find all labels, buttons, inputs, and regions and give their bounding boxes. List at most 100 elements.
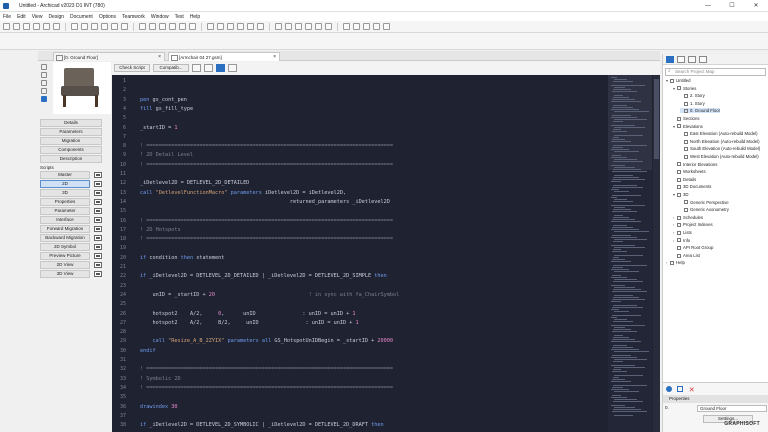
properties-header[interactable]: Properties (663, 395, 768, 403)
preview-mode-icon[interactable] (41, 80, 47, 86)
code-line[interactable]: ! Symbolic 2D (140, 376, 181, 382)
vertical-scrollbar[interactable] (653, 75, 660, 432)
script-window-icon[interactable] (94, 217, 102, 223)
code-line[interactable]: call "DetlevelFunctionMacro" parameters … (140, 190, 346, 196)
project-map-item[interactable]: › Help (666, 260, 685, 265)
project-map-item[interactable]: West Elevation (Auto-rebuild Model) (680, 154, 759, 159)
script-window-icon[interactable] (94, 235, 102, 241)
toolbar-tool-icon[interactable] (81, 23, 88, 30)
menu-teamwork[interactable]: Teamwork (122, 14, 145, 20)
script-2d-button[interactable]: 2D (40, 180, 90, 188)
script-window-icon[interactable] (94, 271, 102, 277)
code-line[interactable]: hotspot2 A/2, B/2, unID : unID = unID + … (140, 320, 358, 326)
search-icon[interactable] (192, 64, 201, 72)
toolbar-tool-icon[interactable] (305, 23, 312, 30)
script-parameter-button[interactable]: Parameter (40, 207, 90, 215)
menu-help[interactable]: Help (190, 14, 200, 20)
code-line[interactable]: unID = _startID + 20 ! in sync with fa_C… (140, 292, 399, 298)
project-map-item[interactable]: ▾ 3D (673, 192, 689, 197)
script-3d-button[interactable]: 3D (40, 189, 90, 197)
script-window-icon[interactable] (94, 190, 102, 196)
preview-mode-icon[interactable] (41, 96, 47, 102)
project-map-item[interactable]: ▾ Elevations (673, 124, 703, 129)
script-window-icon[interactable] (94, 181, 102, 187)
script-view-icon[interactable] (216, 64, 225, 72)
code-line[interactable]: hotspot2 A/2, 0, unID : unID = unID + 1 (140, 311, 355, 317)
close-tab-icon[interactable]: × (273, 53, 276, 62)
code-line[interactable]: if condition then statement (140, 255, 224, 261)
code-minimap[interactable] (608, 75, 652, 432)
project-map-item[interactable]: Details (673, 177, 696, 182)
toolbar-tool-icon[interactable] (257, 23, 264, 30)
clone-folder-icon[interactable] (677, 386, 684, 392)
code-line[interactable]: ! 2D Hotspots (140, 227, 181, 233)
project-map-item[interactable]: › Info (673, 238, 690, 243)
project-map-item[interactable]: ▾ Untitled (666, 78, 691, 83)
toolbar-tool-icon[interactable] (149, 23, 156, 30)
maximize-button[interactable]: ☐ (720, 0, 744, 12)
code-line[interactable]: ! 2D Detail Level (140, 152, 193, 158)
migration-button[interactable]: Migration (40, 137, 102, 145)
tab-armchair[interactable]: [Armchair 04 27.gsm] × (168, 52, 280, 61)
toolbar-tool-icon[interactable] (353, 23, 360, 30)
project-map-item[interactable]: Sections (673, 116, 699, 121)
project-map-item[interactable]: ▾ Stories (673, 86, 696, 91)
toolbar-tool-icon[interactable] (71, 23, 78, 30)
code-line[interactable]: ! ======================================… (140, 218, 393, 224)
view-map-icon[interactable] (677, 55, 685, 63)
project-map-item[interactable]: Area List (673, 253, 700, 258)
toolbar-tool-icon[interactable] (373, 23, 380, 30)
toolbar-tool-icon[interactable] (139, 23, 146, 30)
project-map-item[interactable]: East Elevation (Auto-rebuild Model) (680, 131, 758, 136)
settings-icon[interactable] (666, 386, 672, 392)
code-line[interactable]: ! ======================================… (140, 385, 393, 391)
close-button[interactable]: ✕ (744, 0, 768, 12)
toolbar-tool-icon[interactable] (315, 23, 322, 30)
scrollbar-thumb[interactable] (654, 79, 659, 159)
menu-window[interactable]: Window (151, 14, 169, 20)
code-line[interactable]: ! ======================================… (140, 236, 393, 242)
code-line[interactable]: drawindex 30 (140, 404, 177, 410)
toolbar-tool-icon[interactable] (383, 23, 390, 30)
menu-file[interactable]: File (3, 14, 11, 20)
menu-edit[interactable]: Edit (17, 14, 26, 20)
description-button[interactable]: Description (40, 155, 102, 163)
toolbar-tool-icon[interactable] (325, 23, 332, 30)
script-window-icon[interactable] (94, 199, 102, 205)
script-window-icon[interactable] (94, 253, 102, 259)
code-editor[interactable]: 1 2 3 4 5 6 7 8 9 10 11 12 13 14 15 16 17 18 19 20 21 22 23 24 2… (112, 75, 660, 432)
menu-options[interactable]: Options (99, 14, 116, 20)
script-backward-migration-button[interactable]: Backward Migration (40, 234, 90, 242)
close-tab-icon[interactable]: × (158, 53, 161, 62)
toolbar-tool-icon[interactable] (247, 23, 254, 30)
toolbar-tool-icon[interactable] (169, 23, 176, 30)
script-window-icon[interactable] (94, 226, 102, 232)
project-map-item[interactable]: Worksheets (673, 169, 706, 174)
project-map-item[interactable]: 2. Story (680, 93, 705, 98)
toolbar-tool-icon[interactable] (53, 23, 60, 30)
toolbar-tool-icon[interactable] (207, 23, 214, 30)
properties-field-value[interactable]: Ground Floor (697, 405, 767, 412)
toolbar-tool-icon[interactable] (43, 23, 50, 30)
toolbar-tool-icon[interactable] (189, 23, 196, 30)
code-line[interactable]: ! ======================================… (140, 366, 393, 372)
script-properties-button[interactable]: Properties (40, 198, 90, 206)
toolbar-tool-icon[interactable] (3, 23, 10, 30)
toolbar-tool-icon[interactable] (91, 23, 98, 30)
toolbar-tool-icon[interactable] (295, 23, 302, 30)
toolbar-tool-icon[interactable] (121, 23, 128, 30)
search-project-map-input[interactable]: Search Project Map (665, 68, 766, 76)
project-map-item[interactable]: › Schedules (673, 215, 703, 220)
project-map-item[interactable]: Interior Elevations (673, 162, 717, 167)
code-line[interactable]: ! ======================================… (140, 143, 393, 149)
project-map-item[interactable]: 3D Documents (673, 184, 711, 189)
preview-mode-icon[interactable] (41, 72, 47, 78)
layout-book-icon[interactable] (688, 55, 696, 63)
preview-mode-icon[interactable] (41, 64, 47, 70)
project-map-item[interactable]: South Elevation (Auto-rebuild Model) (680, 146, 760, 151)
script-window-icon[interactable] (94, 244, 102, 250)
check-script-button[interactable]: Check Script (114, 64, 150, 72)
code-line[interactable]: fill gs_fill_type (140, 106, 193, 112)
toolbar-tool-icon[interactable] (13, 23, 20, 30)
code-line[interactable]: _iDetlevel2D = DETLEVEL_2D_DETAILED (140, 180, 249, 186)
